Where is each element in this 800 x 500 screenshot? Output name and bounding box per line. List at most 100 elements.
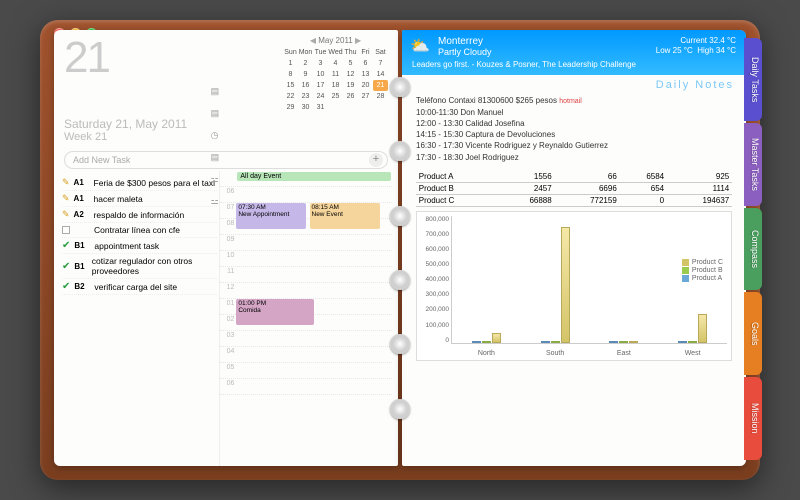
note-icon[interactable]: ▤ <box>211 86 220 97</box>
hour-label: 02 <box>220 315 236 324</box>
notes-contact: Teléfono Contaxi 81300600 $265 pesos <box>416 96 557 105</box>
legend-item: Product C <box>682 259 723 266</box>
appointment[interactable]: 08:15 AMNew Event <box>310 203 380 229</box>
cal-prev-icon[interactable]: ◀ <box>310 36 316 45</box>
bar <box>678 341 687 343</box>
bar-group: West <box>665 314 720 343</box>
task-item[interactable]: ✔ B1 cotizar regulador con otros proveedor… <box>62 254 217 279</box>
task-item[interactable]: ✎ A1 Feria de $300 pesos para el taxi <box>62 175 217 191</box>
task-text: Feria de $300 pesos para el taxi <box>94 178 215 188</box>
task-item[interactable]: Contratar línea con cfe <box>62 223 217 238</box>
cal-next-icon[interactable]: ▶ <box>355 36 361 45</box>
bar-group: South <box>528 227 583 343</box>
x-category: East <box>596 350 651 357</box>
appointment[interactable]: 01:00 PMComida <box>236 299 314 325</box>
left-page: 21 ◀ May 2011 ▶ SunMonTueWedThuFriSat123… <box>54 30 398 466</box>
hour-label: 07 <box>220 203 236 212</box>
task-item[interactable]: ✎ A2 respaldo de información <box>62 207 217 223</box>
bar <box>472 341 481 343</box>
hour-label: 11 <box>220 267 236 276</box>
bar <box>629 341 638 343</box>
weather-panel: ⛅ Monterrey Partly Cloudy Current 32.4 °… <box>402 30 746 75</box>
org-icon[interactable]: ⚍ <box>211 174 220 185</box>
task-text: cotizar regulador con otros proveedores <box>92 256 218 276</box>
task-item[interactable]: ✔B2verificar carga del site <box>62 279 217 295</box>
hour-label: 04 <box>220 347 236 356</box>
task-label: A2 <box>74 210 90 219</box>
weather-current: Current 32.4 °C <box>656 36 736 46</box>
checkbox-icon[interactable] <box>62 226 70 234</box>
clock-icon[interactable]: ◷ <box>211 130 220 141</box>
task-text: respaldo de información <box>94 210 185 220</box>
note-icon[interactable]: ▤ <box>211 108 220 119</box>
hour-label: 08 <box>220 219 236 228</box>
table-row: Product C668887721590194637 <box>416 194 732 206</box>
hotmail-badge: hotmail <box>559 98 582 105</box>
task-list: ✎ A1 Feria de $300 pesos para el taxi ✎ A1 ha… <box>60 171 219 466</box>
hour-label: 01 <box>220 299 236 308</box>
x-category: West <box>665 350 720 357</box>
allday-event[interactable]: All day Event <box>237 172 391 181</box>
task-label: B1 <box>74 262 87 271</box>
legend-item: Product B <box>682 267 723 274</box>
notes-area[interactable]: Teléfono Contaxi 81300600 $265 pesos hot… <box>402 93 746 165</box>
hour-label: 06 <box>220 379 236 388</box>
day-number: 21 <box>64 36 109 113</box>
note-line: 16:30 - 17:30 Vicente Rodriguez y Reynal… <box>416 140 732 151</box>
daily-notes-title: Daily Notes <box>402 75 746 93</box>
bar <box>482 341 491 343</box>
org-icon[interactable]: ⚍ <box>211 196 220 207</box>
tab-mission[interactable]: Mission <box>744 377 762 460</box>
add-task-input[interactable]: Add New Task + <box>64 151 388 169</box>
task-item[interactable]: ✎ A1 hacer maleta <box>62 191 217 207</box>
add-task-plus-icon[interactable]: + <box>369 153 383 167</box>
pencil-icon: ✎ <box>62 177 70 188</box>
add-task-placeholder: Add New Task <box>73 155 130 165</box>
week-line: Week 21 <box>54 131 398 149</box>
bar <box>698 314 707 343</box>
bar-group: North <box>459 333 514 343</box>
pencil-icon: ✎ <box>62 209 70 220</box>
note-line: 12:00 - 13:30 Calidad Josefina <box>416 118 732 129</box>
table-row: Product A1556666584925 <box>416 171 732 183</box>
bar <box>688 341 697 343</box>
hour-label: 09 <box>220 235 236 244</box>
task-label: A1 <box>74 194 90 203</box>
bar <box>551 341 560 343</box>
task-item[interactable]: ✔B1appointment task <box>62 238 217 254</box>
bar <box>541 341 550 343</box>
bar-group: East <box>596 341 651 343</box>
legend-item: Product A <box>682 275 723 282</box>
note-icon[interactable]: ▤ <box>211 152 220 163</box>
bar <box>561 227 570 343</box>
chart-legend: Product CProduct BProduct A <box>680 256 725 285</box>
x-category: South <box>528 350 583 357</box>
tab-master-tasks[interactable]: Master Tasks <box>744 123 762 206</box>
hour-label: 03 <box>220 331 236 340</box>
task-label: B1 <box>74 241 90 250</box>
task-label: B2 <box>74 282 90 291</box>
note-line: 10:00-11:30 Don Manuel <box>416 107 732 118</box>
hour-label: 10 <box>220 251 236 260</box>
tab-daily-tasks[interactable]: Daily Tasks <box>744 38 762 121</box>
right-page: ⛅ Monterrey Partly Cloudy Current 32.4 °… <box>402 30 746 466</box>
hour-label: 05 <box>220 363 236 372</box>
mini-calendar[interactable]: ◀ May 2011 ▶ SunMonTueWedThuFriSat123456… <box>283 36 388 113</box>
appointment[interactable]: 07:30 AMNew Appointment <box>236 203 306 229</box>
table-row: Product B245766966541114 <box>416 182 732 194</box>
pencil-icon: ✎ <box>62 193 70 204</box>
task-label: A1 <box>74 178 90 187</box>
weather-quote: Leaders go first. - Kouzes & Posner, The… <box>412 60 736 69</box>
planner-binder: Daily Tasks Master Tasks CompassGoals Missi… <box>40 20 760 480</box>
product-table: Product A1556666584925Product B245766966… <box>416 171 732 207</box>
task-text: hacer maleta <box>94 194 143 204</box>
date-line: Saturday 21, May 2011 <box>54 117 398 131</box>
check-icon: ✔ <box>62 281 70 292</box>
weather-high: High 34 °C <box>697 46 736 55</box>
hour-label: 12 <box>220 283 236 292</box>
check-icon: ✔ <box>62 261 70 272</box>
task-text: appointment task <box>94 241 159 251</box>
tab-goals[interactable]: Goals <box>744 292 762 375</box>
tab-compass[interactable]: Compass <box>744 208 762 291</box>
weather-low: Low 25 °C <box>656 46 693 55</box>
